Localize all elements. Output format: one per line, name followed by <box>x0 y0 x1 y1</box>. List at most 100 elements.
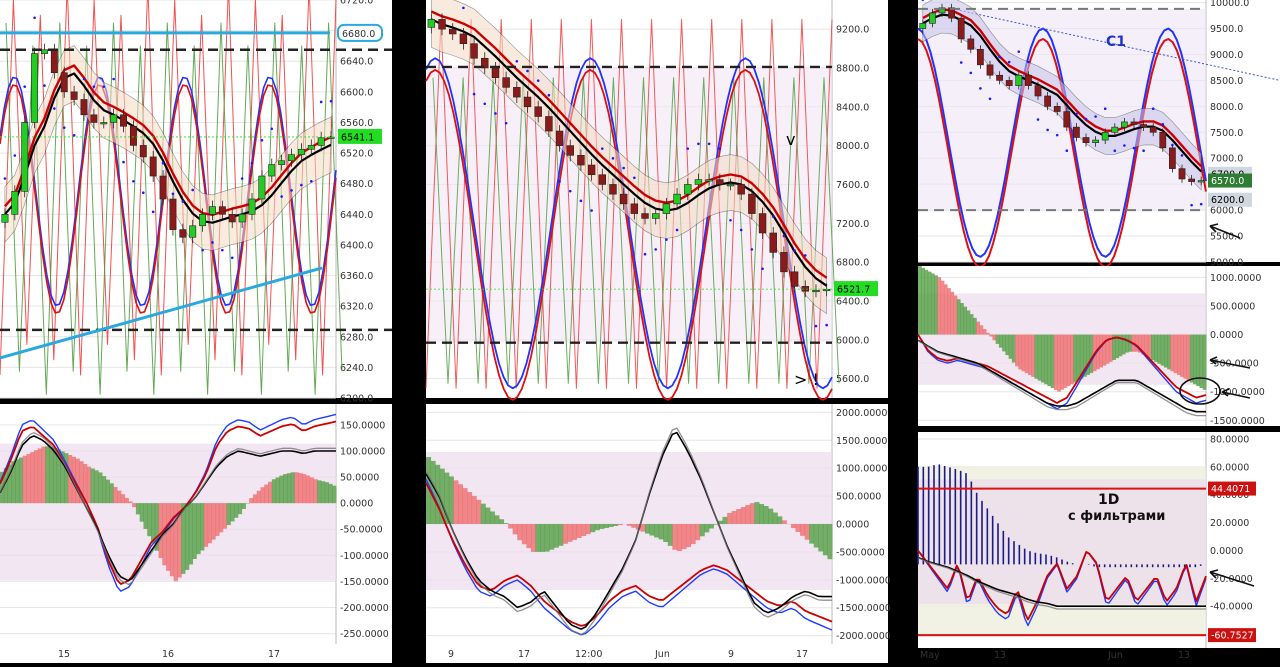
histogram-bar <box>462 488 467 524</box>
sar-dot <box>751 248 754 251</box>
histogram-bar <box>328 484 332 503</box>
histogram-bar <box>1180 335 1184 377</box>
histogram-bar <box>979 325 983 334</box>
candle <box>51 50 57 73</box>
histogram-bar <box>453 480 458 524</box>
y-tick-label: 6640.0 <box>340 57 373 68</box>
x-tick-label: 17 <box>796 649 808 660</box>
histogram-bar <box>931 273 935 334</box>
histogram-bar <box>306 476 310 504</box>
y-tick-label: -1000.0000 <box>836 575 891 586</box>
candle <box>130 126 136 145</box>
sar-dot <box>102 85 105 88</box>
candle <box>545 116 552 131</box>
histogram-bar <box>257 491 261 503</box>
histogram-bar <box>494 515 499 524</box>
sar-dot <box>142 191 145 194</box>
histogram-bar <box>970 314 974 334</box>
histogram-bar <box>15 459 19 503</box>
histogram-bar <box>937 277 941 334</box>
histogram-bar <box>535 524 540 552</box>
histogram-bar <box>242 503 246 509</box>
histogram-bar <box>1034 335 1038 379</box>
sar-dot <box>590 209 593 212</box>
x-tick-label: 15 <box>58 649 70 660</box>
histogram-bar <box>944 284 948 334</box>
level-label: 44.4071 <box>1211 484 1250 495</box>
histogram-bar <box>34 450 38 503</box>
histogram-bar <box>531 524 536 552</box>
histogram-bar <box>1015 335 1019 367</box>
histogram-bar <box>23 456 27 503</box>
candle <box>140 145 146 156</box>
histogram-bar <box>227 503 231 525</box>
y-tick-label: 6440.0 <box>340 210 373 221</box>
candle <box>1064 112 1070 128</box>
histogram-bar <box>549 524 554 550</box>
chart-workspace: 6720.06680.06640.06600.06560.06520.06480… <box>0 0 1280 663</box>
annotation-mark: > ! <box>794 370 819 389</box>
histogram-bar <box>230 503 234 521</box>
candle <box>61 73 67 92</box>
chart-subtitle: с фильтрами <box>1068 509 1165 524</box>
histogram-bar <box>159 503 163 558</box>
panel-right-bottom: 80.000060.000040.000020.00000.0000-20.00… <box>918 432 1280 661</box>
histogram-bar <box>504 523 509 524</box>
sar-dot <box>516 60 519 63</box>
y-tick-label: 150.0000 <box>340 420 385 431</box>
histogram-bar <box>249 498 253 503</box>
histogram-bar <box>211 503 215 539</box>
candle <box>170 199 176 230</box>
histogram-bar <box>193 503 197 559</box>
y-tick-label: 7500.0 <box>1210 128 1243 139</box>
histogram-bar <box>287 473 291 503</box>
sar-dot <box>132 180 135 183</box>
histogram-bar <box>934 275 938 334</box>
histogram-bar <box>577 524 582 538</box>
histogram-bar <box>681 524 686 549</box>
sar-dot <box>462 7 465 10</box>
histogram-bar <box>1135 335 1139 352</box>
histogram-bar <box>805 524 810 540</box>
sar-dot <box>580 200 583 203</box>
x-axis-left: 151617 <box>0 644 392 663</box>
histogram-bar <box>1005 335 1009 356</box>
histogram-bar <box>317 480 321 503</box>
histogram-bar <box>654 524 659 537</box>
histogram-bar <box>814 524 819 548</box>
histogram-bar <box>26 454 30 503</box>
sar-dot <box>1200 203 1203 206</box>
candle <box>71 92 77 100</box>
histogram-bar <box>321 481 325 503</box>
y-tick-label: 8400.0 <box>836 102 869 113</box>
candle <box>1102 132 1108 140</box>
candle <box>1006 80 1012 85</box>
histogram-bar <box>223 503 227 529</box>
histogram-bar <box>640 524 645 532</box>
candle <box>278 161 284 165</box>
histogram-bar <box>954 296 958 335</box>
candle <box>503 78 510 88</box>
sar-dot <box>1114 149 1117 152</box>
histogram-bar <box>1060 335 1064 390</box>
price-label: 6521.7 <box>837 285 870 296</box>
price-label: 6570.0 <box>1211 176 1244 187</box>
sar-dot <box>23 85 26 88</box>
price-label: 6200.0 <box>1211 195 1244 206</box>
histogram-bar <box>1193 335 1197 385</box>
sar-dot <box>1094 115 1097 118</box>
candle <box>199 214 205 225</box>
candle <box>535 107 542 117</box>
histogram-bar <box>973 318 977 335</box>
histogram-bar <box>238 503 242 514</box>
histogram-bar <box>1151 335 1155 360</box>
sar-dot <box>979 87 982 90</box>
y-tick-label: 20.0000 <box>1210 518 1249 529</box>
histogram-bar <box>204 503 208 547</box>
histogram-bar <box>586 524 591 534</box>
sar-dot <box>211 241 214 244</box>
y-tick-label: -40.0000 <box>1210 602 1253 613</box>
histogram-bar <box>476 500 481 524</box>
histogram-bar <box>208 503 212 543</box>
histogram-bar <box>700 524 705 536</box>
